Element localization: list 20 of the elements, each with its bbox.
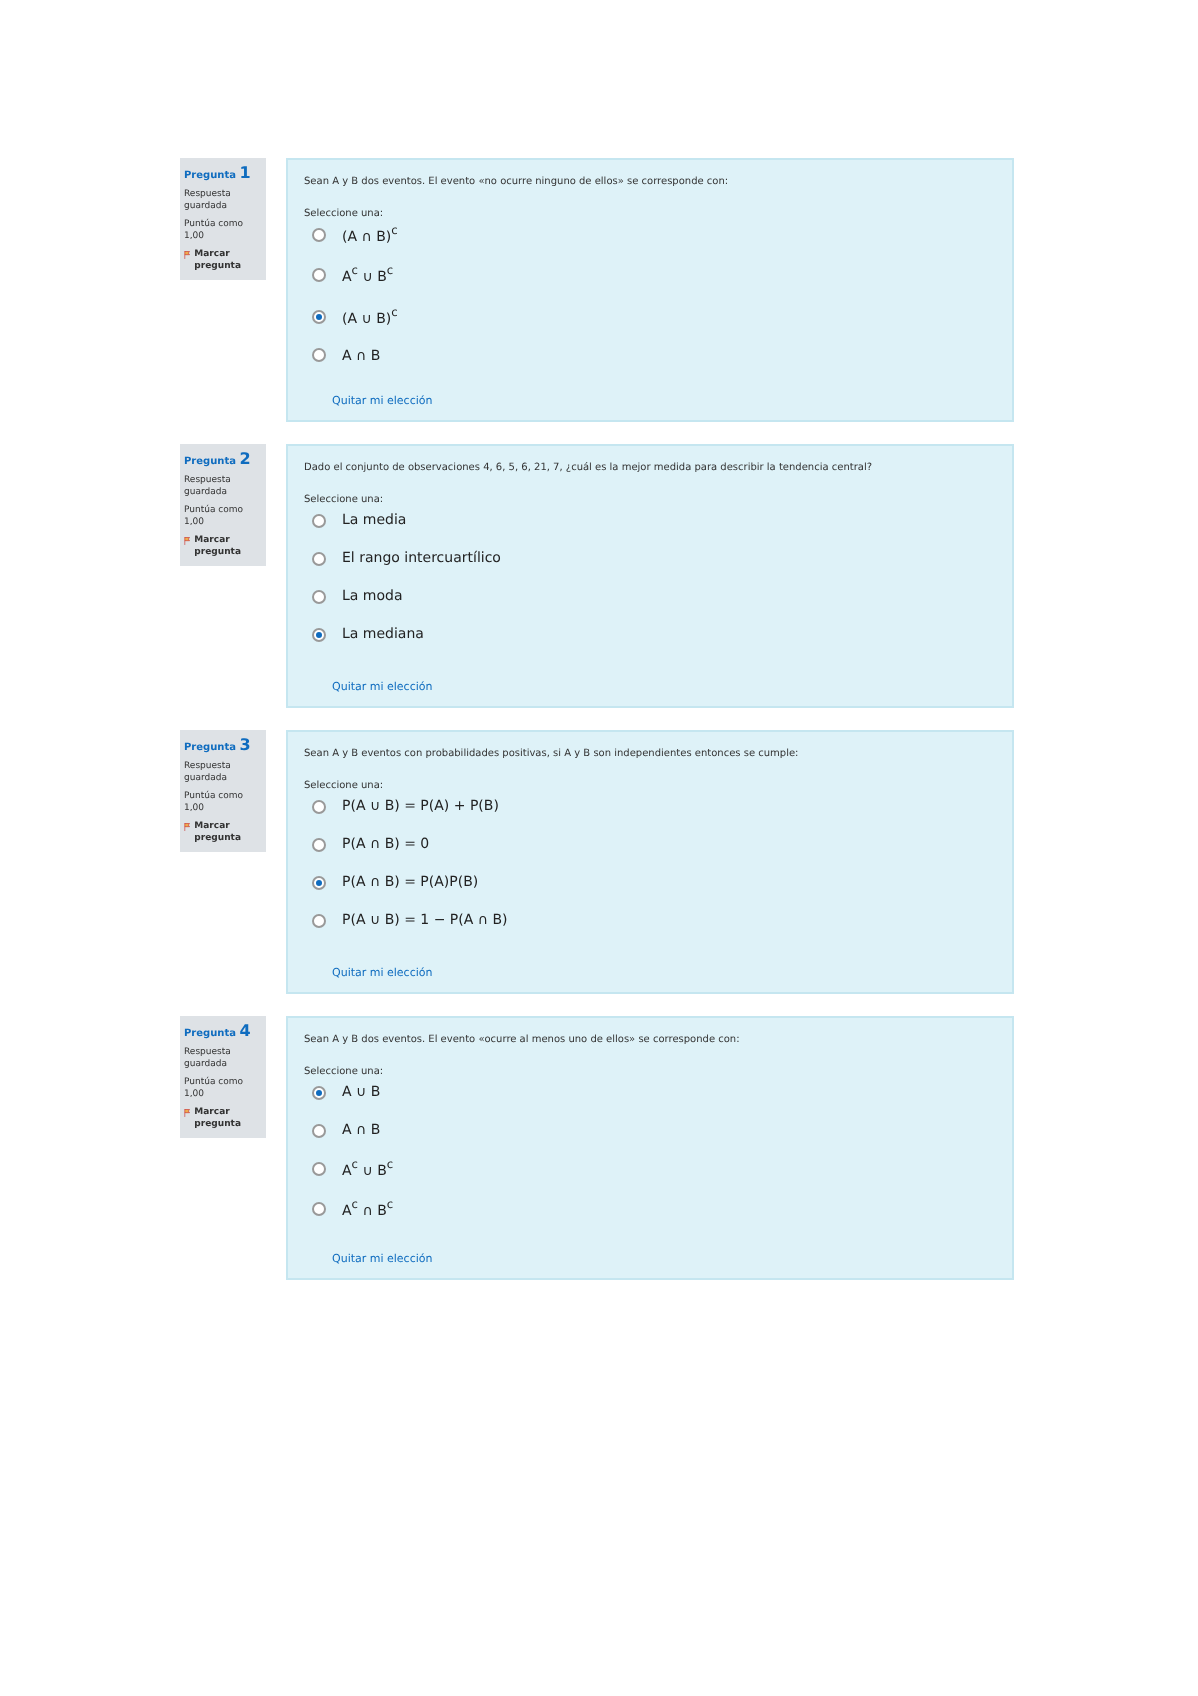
radio-button[interactable] bbox=[312, 837, 326, 851]
radio-button[interactable] bbox=[312, 589, 326, 603]
flag-icon bbox=[184, 821, 191, 832]
radio-button[interactable] bbox=[312, 799, 326, 813]
radio-button[interactable] bbox=[312, 309, 326, 324]
radio-button[interactable] bbox=[312, 627, 326, 641]
flag-icon bbox=[184, 535, 191, 546]
radio-button[interactable] bbox=[312, 228, 326, 243]
radio-button[interactable] bbox=[312, 1162, 326, 1177]
radio-button[interactable] bbox=[312, 268, 326, 283]
flag-icon bbox=[184, 249, 191, 260]
radio-button[interactable] bbox=[312, 513, 326, 527]
flag-icon bbox=[184, 1107, 191, 1118]
radio-button[interactable] bbox=[312, 1123, 326, 1137]
radio-button[interactable] bbox=[312, 1085, 326, 1099]
radio-button[interactable] bbox=[312, 551, 326, 565]
radio-button[interactable] bbox=[312, 1202, 326, 1217]
radio-button[interactable] bbox=[312, 875, 326, 889]
radio-button[interactable] bbox=[312, 348, 326, 363]
radio-button[interactable] bbox=[312, 913, 326, 927]
